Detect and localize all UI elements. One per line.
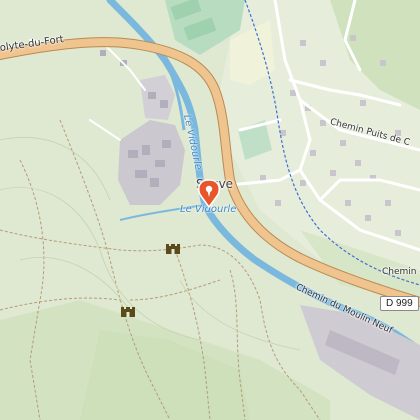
route-badge-d999: D 999	[380, 296, 419, 311]
location-pin-icon[interactable]	[197, 178, 221, 208]
castle-icon[interactable]	[120, 303, 136, 317]
map-canvas[interactable]: olyte-du-Fort Le Vidourle Sauve Le Vidou…	[0, 0, 420, 420]
castle-icon[interactable]	[165, 240, 181, 254]
map-base	[0, 0, 420, 420]
